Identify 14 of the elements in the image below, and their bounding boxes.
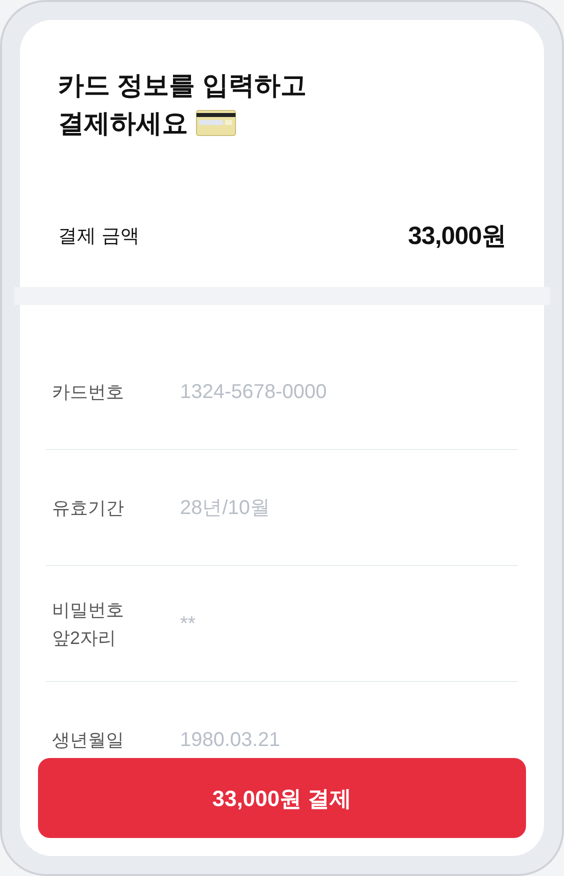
field-label: 생년월일 [52, 729, 125, 752]
input-field[interactable]: 28년/10월 [180, 492, 512, 522]
field-label: 유효기간 [52, 496, 125, 520]
input-field[interactable]: ** [180, 608, 512, 638]
credit-card-icon [196, 110, 236, 136]
page-title: 결제하세요 [58, 107, 188, 140]
page-title: 카드 정보를 입력하고 [58, 69, 306, 102]
amount-value: 33,000원 [408, 221, 506, 252]
input-field[interactable]: 1980.03.21 [180, 725, 512, 755]
field-label: 비밀번호 앞2자리 [52, 598, 125, 650]
pay-button[interactable]: 33,000원 결제 [38, 758, 526, 838]
input-field[interactable]: 1324-5678-0000 [180, 376, 512, 406]
amount-label: 결제 금액 [58, 224, 140, 249]
field-label: 카드번호 [52, 380, 125, 404]
